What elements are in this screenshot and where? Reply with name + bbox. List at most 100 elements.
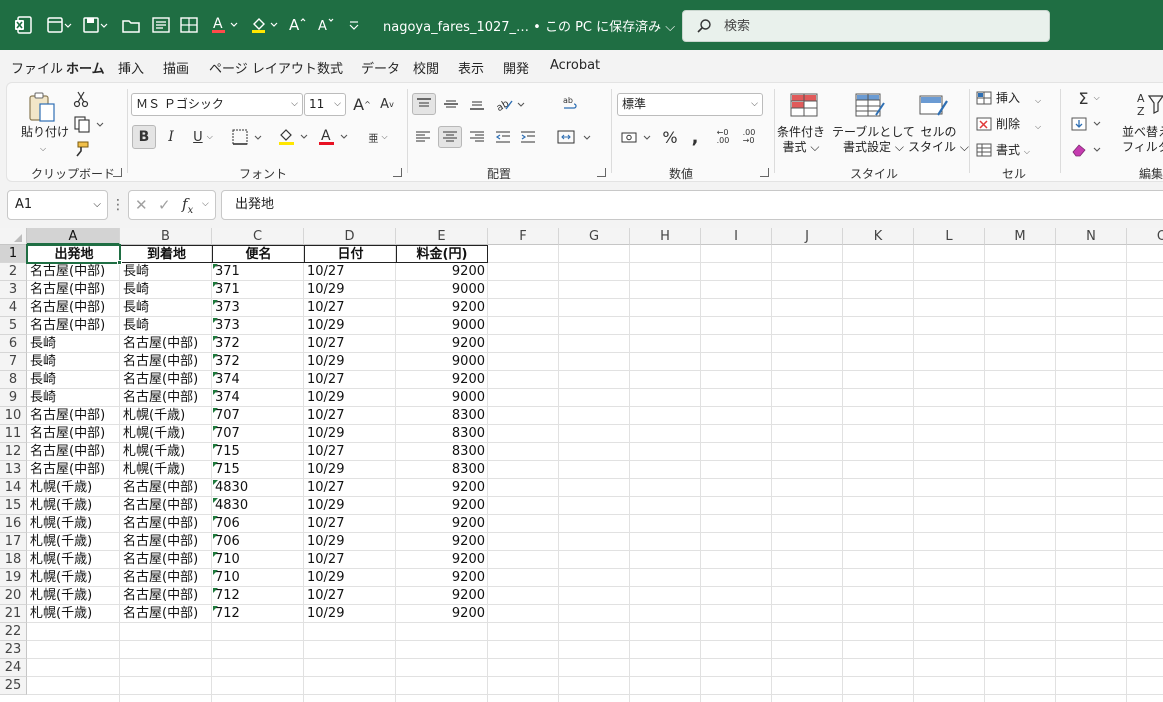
row-header-11[interactable]: 11: [0, 425, 27, 443]
fare-cell[interactable]: 9200: [396, 263, 488, 281]
data-cell[interactable]: 長崎: [120, 317, 212, 335]
number-launcher-icon[interactable]: [760, 168, 769, 177]
fare-cell[interactable]: 9200: [396, 515, 488, 533]
table-header-cell[interactable]: 便名: [212, 245, 304, 263]
data-cell[interactable]: 札幌(千歳): [27, 533, 120, 551]
grow-font-icon[interactable]: A ^: [351, 93, 373, 115]
data-cell[interactable]: 4830: [212, 479, 304, 497]
format-painter-icon[interactable]: [71, 139, 91, 159]
data-cell[interactable]: 10/29: [304, 317, 396, 335]
number-format-select[interactable]: 標準 ⌵: [617, 93, 763, 116]
paste-label[interactable]: 貼り付け: [21, 125, 69, 140]
row-header-2[interactable]: 2: [0, 263, 27, 281]
tab-file[interactable]: ファイル: [11, 58, 63, 77]
row-header-8[interactable]: 8: [0, 371, 27, 389]
more-options-icon[interactable]: ⋮: [111, 197, 125, 213]
data-cell[interactable]: 10/29: [304, 533, 396, 551]
fill-icon[interactable]: [1069, 115, 1109, 133]
data-cell[interactable]: 長崎: [27, 389, 120, 407]
worksheet-grid[interactable]: ABCDEFGHIJKLMNO 1 2 3 4 5 6 7 8 9 10 11 12 13 14 15 16 1…: [0, 228, 1163, 702]
fare-cell[interactable]: 9200: [396, 533, 488, 551]
fare-cell[interactable]: 8300: [396, 461, 488, 479]
data-cell[interactable]: 372: [212, 353, 304, 371]
insert-cells-label[interactable]: 挿入: [996, 91, 1020, 106]
data-cell[interactable]: 名古屋(中部): [120, 605, 212, 623]
data-cell[interactable]: 名古屋(中部): [27, 299, 120, 317]
data-cell[interactable]: 札幌(千歳): [120, 407, 212, 425]
data-cell[interactable]: 名古屋(中部): [27, 443, 120, 461]
qat-more-icon[interactable]: [345, 13, 363, 37]
column-header-m[interactable]: M: [985, 228, 1056, 245]
font-launcher-icon[interactable]: [393, 168, 402, 177]
data-cell[interactable]: 名古屋(中部): [27, 461, 120, 479]
tab-review[interactable]: 校閲: [413, 58, 439, 77]
data-cell[interactable]: 10/27: [304, 551, 396, 569]
borders-icon[interactable]: [229, 125, 267, 149]
chevron-down-icon[interactable]: ⌵: [1035, 119, 1041, 134]
search-input[interactable]: [724, 18, 1024, 34]
column-header-g[interactable]: G: [559, 228, 630, 245]
fare-cell[interactable]: 9200: [396, 569, 488, 587]
font-color-icon[interactable]: A: [208, 13, 240, 37]
merge-center-icon[interactable]: [555, 126, 595, 148]
data-cell[interactable]: 10/29: [304, 353, 396, 371]
data-cell[interactable]: 札幌(千歳): [27, 497, 120, 515]
increase-indent-icon[interactable]: [517, 126, 539, 148]
tab-formulas[interactable]: 数式: [317, 58, 343, 77]
align-bottom-icon[interactable]: [466, 93, 488, 115]
row-header-16[interactable]: 16: [0, 515, 27, 533]
underline-icon[interactable]: U ⌵: [186, 125, 220, 149]
sort-filter-label[interactable]: 並べ替えフィルター: [1122, 125, 1163, 155]
data-cell[interactable]: 706: [212, 515, 304, 533]
fare-cell[interactable]: 8300: [396, 443, 488, 461]
data-cell[interactable]: 名古屋(中部): [27, 281, 120, 299]
decrease-font-icon[interactable]: A: [316, 13, 336, 37]
data-cell[interactable]: 706: [212, 533, 304, 551]
fare-cell[interactable]: 9000: [396, 317, 488, 335]
data-cell[interactable]: 札幌(千歳): [120, 443, 212, 461]
tab-developer[interactable]: 開発: [503, 58, 529, 77]
column-header-n[interactable]: N: [1056, 228, 1127, 245]
increase-font-icon[interactable]: A: [287, 13, 307, 37]
fare-cell[interactable]: 9200: [396, 371, 488, 389]
tab-draw[interactable]: 描画: [163, 58, 189, 77]
fare-cell[interactable]: 9200: [396, 335, 488, 353]
data-cell[interactable]: 名古屋(中部): [120, 587, 212, 605]
paste-dropdown-icon[interactable]: ⌵: [40, 141, 46, 156]
row-header-19[interactable]: 19: [0, 569, 27, 587]
italic-icon[interactable]: I: [160, 125, 182, 149]
clear-icon[interactable]: [1069, 141, 1109, 159]
fill-color-icon[interactable]: [248, 13, 280, 37]
fare-cell[interactable]: 9000: [396, 281, 488, 299]
tab-page-layout[interactable]: ページ レイアウト: [209, 58, 317, 77]
data-cell[interactable]: 10/29: [304, 461, 396, 479]
data-cell[interactable]: 名古屋(中部): [120, 335, 212, 353]
formula-input[interactable]: 出発地: [221, 190, 1163, 220]
row-header-22[interactable]: 22: [0, 623, 27, 641]
data-cell[interactable]: 名古屋(中部): [120, 497, 212, 515]
data-cell[interactable]: 10/27: [304, 263, 396, 281]
fill-handle[interactable]: [117, 260, 122, 265]
data-cell[interactable]: 10/27: [304, 515, 396, 533]
alignment-launcher-icon[interactable]: [597, 168, 606, 177]
data-cell[interactable]: 名古屋(中部): [120, 569, 212, 587]
row-header-21[interactable]: 21: [0, 605, 27, 623]
fare-cell[interactable]: 9200: [396, 497, 488, 515]
data-cell[interactable]: 札幌(千歳): [27, 587, 120, 605]
data-cell[interactable]: 10/29: [304, 569, 396, 587]
data-cell[interactable]: 707: [212, 407, 304, 425]
fill-color-ribbon-icon[interactable]: [275, 125, 313, 149]
cell-styles-label[interactable]: セルの スタイル ⌵: [908, 125, 969, 155]
phonetic-guide-icon[interactable]: 亜 ⌵: [361, 125, 395, 149]
data-cell[interactable]: 札幌(千歳): [27, 569, 120, 587]
row-header-6[interactable]: 6: [0, 335, 27, 353]
cell-styles-icon[interactable]: [917, 89, 951, 121]
data-cell[interactable]: 10/29: [304, 605, 396, 623]
grid-lines-icon[interactable]: [178, 13, 200, 37]
copy-icon[interactable]: [71, 114, 107, 134]
data-cell[interactable]: 札幌(千歳): [27, 551, 120, 569]
table-header-cell[interactable]: 日付: [304, 245, 396, 263]
row-header-12[interactable]: 12: [0, 443, 27, 461]
cancel-icon[interactable]: ✕: [135, 196, 148, 214]
format-cells-label[interactable]: 書式 ⌵: [996, 143, 1030, 159]
